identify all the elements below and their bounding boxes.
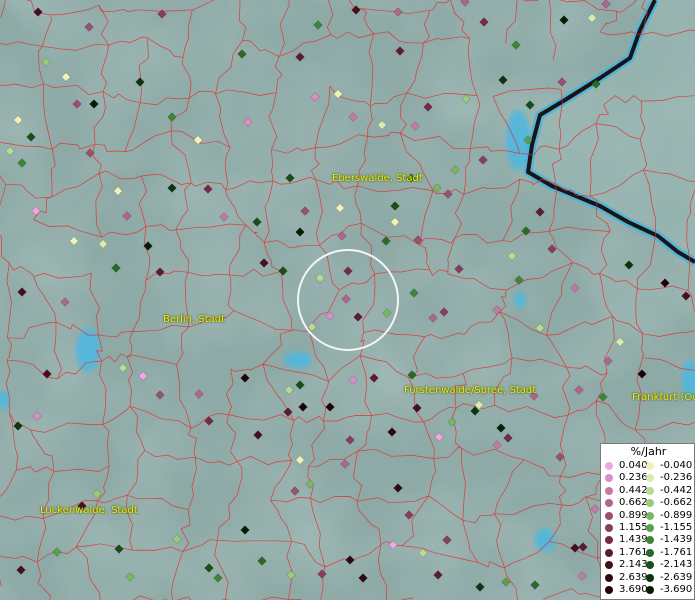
legend-swatch <box>646 561 654 570</box>
legend-swatch <box>605 524 613 532</box>
legend-swatch <box>605 462 613 470</box>
legend-value: -0.040 <box>660 460 693 471</box>
legend-value: 0.236 <box>619 472 648 484</box>
legend-value: 1.761 <box>619 546 648 558</box>
legend-value: 3.690 <box>619 584 648 595</box>
legend-value: 0.662 <box>619 497 648 509</box>
legend-swatch <box>605 561 613 570</box>
legend-value: 0.899 <box>619 509 648 521</box>
map-canvas[interactable]: Eberswalde, Stadt Berlin, Stadt Fürstenw… <box>0 0 695 600</box>
city-label-eberswalde: Eberswalde, Stadt <box>332 173 423 184</box>
legend-swatch <box>605 586 613 594</box>
legend-value: -0.236 <box>660 472 693 484</box>
city-label-luckenwalde: Luckenwalde, Stadt <box>40 505 138 516</box>
legend-swatch <box>605 548 613 557</box>
legend-value: -1.439 <box>660 534 693 546</box>
legend-value: 1.439 <box>619 534 648 546</box>
legend-swatch <box>605 486 613 495</box>
legend-swatch <box>605 474 613 483</box>
legend-value: 0.442 <box>619 484 648 496</box>
legend-value: 2.639 <box>619 571 648 583</box>
legend-swatch <box>646 573 654 582</box>
legend-value: -0.899 <box>660 509 693 521</box>
legend-value: -3.690 <box>660 584 693 595</box>
legend-value: -0.662 <box>660 497 693 509</box>
legend-value: -1.761 <box>660 546 693 558</box>
legend-value: -2.639 <box>660 571 693 583</box>
legend-value: 1.155 <box>619 522 648 533</box>
city-label-frankfurt-oder: Frankfurt (Oder) <box>632 392 695 403</box>
legend-value: 0.040 <box>619 460 648 471</box>
legend-value: -0.442 <box>660 484 693 496</box>
legend-swatch <box>605 499 613 508</box>
legend-title: %/Jahr <box>630 445 667 458</box>
legend-swatch <box>646 536 654 545</box>
legend-swatch <box>605 536 613 545</box>
legend-swatch <box>646 462 654 470</box>
legend-value: -2.143 <box>660 559 693 571</box>
legend-swatch <box>646 511 654 520</box>
city-label-fuerstenwalde: Fürstenwalde/Spree, Stadt <box>404 385 537 396</box>
legend-value: 2.143 <box>619 559 648 571</box>
city-label-berlin: Berlin, Stadt <box>163 314 226 325</box>
legend-value: -1.155 <box>660 522 693 533</box>
legend-swatch <box>605 573 613 582</box>
map-legend: %/Jahr 0.040 0.236 0.442 0.662 0.899 1.155 1.4… <box>600 443 695 600</box>
legend-swatch <box>646 548 654 557</box>
legend-swatch <box>646 524 654 532</box>
legend-swatch <box>646 486 654 495</box>
legend-swatch <box>605 511 613 520</box>
legend-swatch <box>646 586 654 594</box>
legend-swatch <box>646 474 654 483</box>
legend-swatch <box>646 499 654 508</box>
